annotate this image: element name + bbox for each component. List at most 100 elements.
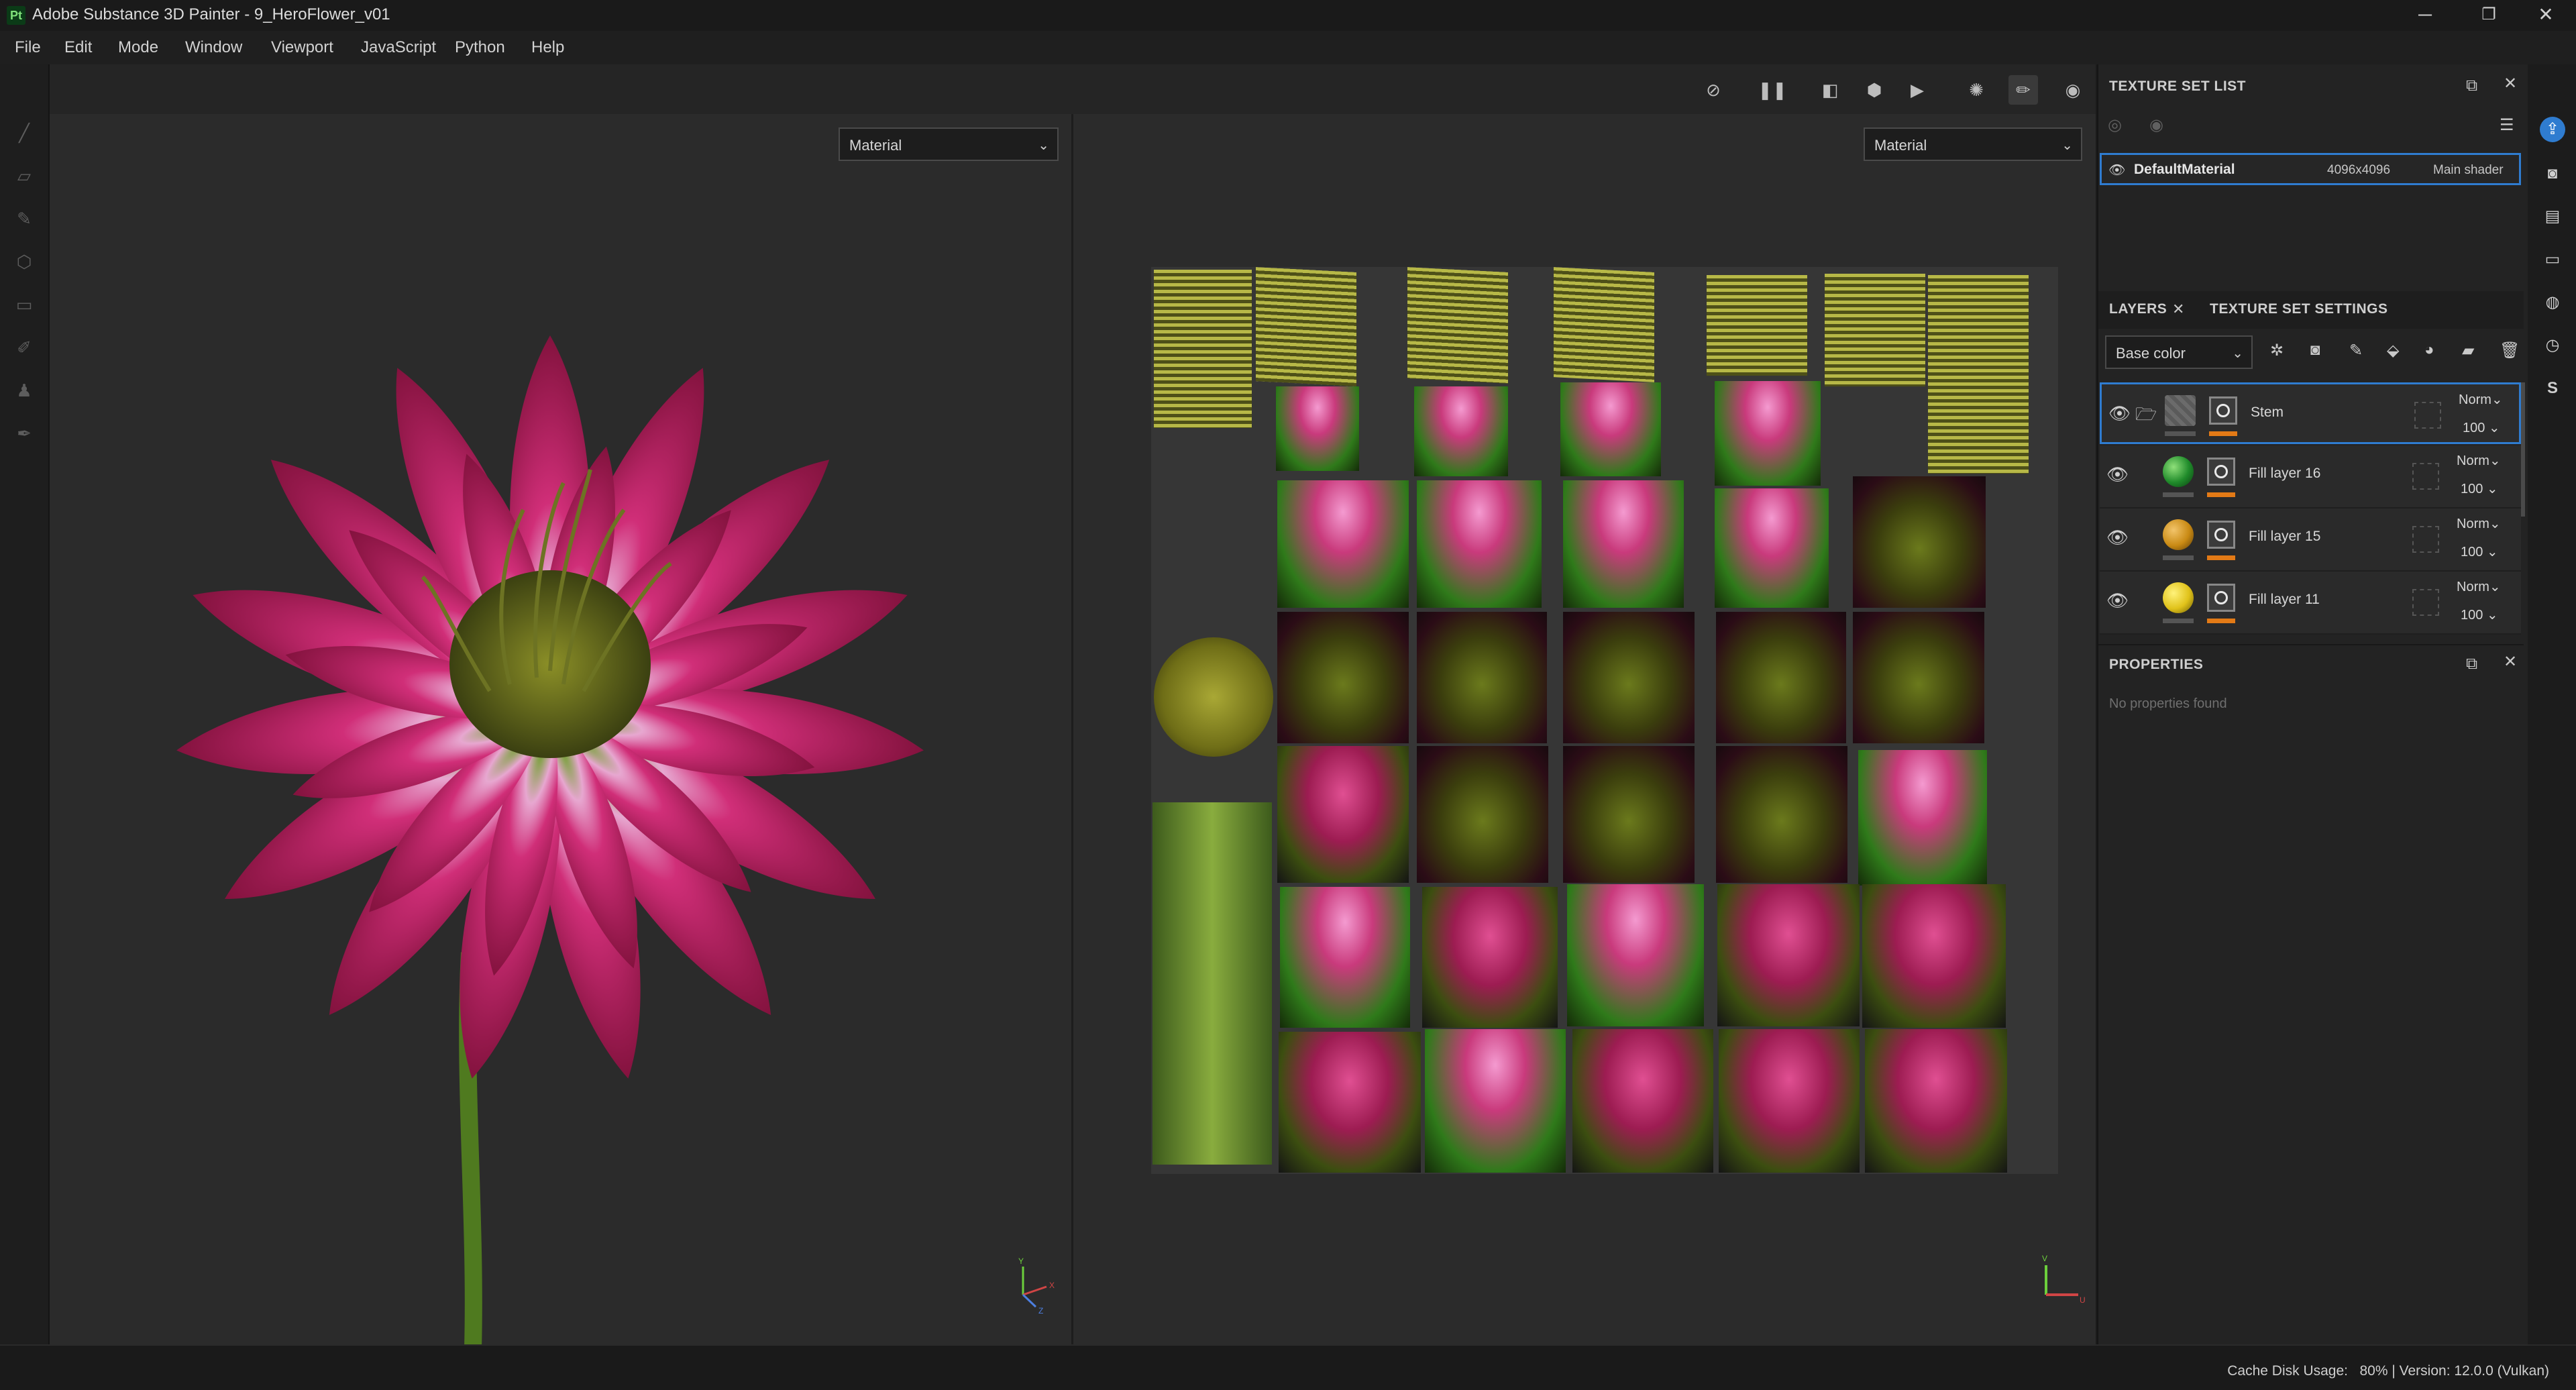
hide-icon[interactable]: ⊘ (1699, 75, 1728, 105)
layer-opacity[interactable]: 100 ⌄ (2461, 480, 2498, 497)
blend-mode[interactable]: Norm⌄ (2457, 515, 2501, 532)
pause-icon[interactable]: ❚❚ (1758, 75, 1787, 105)
camera-icon[interactable]: ▶ (1902, 75, 1932, 105)
blend-mode[interactable]: Norm⌄ (2459, 391, 2503, 408)
add-fill-layer-icon[interactable]: ⬙ (2387, 341, 2399, 360)
properties-title: PROPERTIES (2109, 657, 2204, 672)
add-paint-layer-icon[interactable]: ✎ (2349, 341, 2363, 360)
axis-z-label: Z (1038, 1306, 1043, 1315)
mask-icon[interactable] (2207, 584, 2235, 612)
menu-file[interactable]: File (15, 31, 41, 64)
eraser-icon[interactable]: ▱ (12, 164, 36, 188)
substance-icon[interactable]: S (2540, 376, 2565, 401)
projection-icon[interactable]: ✎ (12, 207, 36, 231)
menu-edit[interactable]: Edit (64, 31, 92, 64)
history-icon[interactable]: ◷ (2540, 333, 2565, 358)
texture-set-shader: Main shader (2433, 163, 2504, 177)
smudge-icon[interactable]: ▭ (12, 292, 36, 317)
eye-icon[interactable]: 👁 (2106, 590, 2129, 611)
paint-mode-icon[interactable]: ✏ (2008, 75, 2038, 105)
delete-layer-icon[interactable]: 🗑 (2500, 341, 2520, 360)
layer-row-stem[interactable]: 👁 🗁 Stem Norm⌄ 100 ⌄ (2100, 382, 2521, 444)
geometry-mask-icon[interactable] (2412, 463, 2439, 490)
geometry-mask-icon[interactable] (2412, 589, 2439, 616)
shelf-icon[interactable]: ▤ (2540, 204, 2565, 229)
close-tab-icon[interactable]: ✕ (2172, 301, 2184, 318)
tab-texture-set-settings[interactable]: TEXTURE SET SETTINGS (2210, 292, 2388, 326)
hide-icon[interactable]: ◎ (2108, 115, 2122, 135)
eye-icon[interactable]: ◉ (2149, 115, 2163, 135)
mask-channel-bar (2207, 619, 2235, 623)
layers-scrollbar[interactable] (2521, 382, 2525, 517)
viewport-3d-display-select[interactable]: Material ⌄ (839, 127, 1059, 161)
menu-javascript[interactable]: JavaScript (361, 31, 436, 64)
flower-3d-model (176, 335, 924, 1348)
add-mask-icon[interactable]: ◙ (2310, 341, 2320, 360)
close-panel-icon[interactable]: ✕ (2504, 74, 2517, 93)
paint-brush-icon[interactable]: ╱ (12, 121, 36, 145)
menu-icon[interactable]: ☰ (2500, 115, 2514, 135)
mask-channel-bar (2209, 431, 2237, 436)
layer-name: Fill layer 11 (2249, 592, 2320, 607)
add-effect-icon[interactable]: ✲ (2270, 341, 2284, 360)
mask-icon[interactable] (2207, 521, 2235, 549)
clone-icon[interactable]: ✐ (12, 335, 36, 360)
layer-row-fill-16[interactable]: 👁 Fill layer 16 Norm⌄ 100 ⌄ (2100, 445, 2521, 509)
menu-window[interactable]: Window (185, 31, 242, 64)
blend-mode[interactable]: Norm⌄ (2457, 452, 2501, 469)
minimize-button[interactable]: ─ (2395, 0, 2455, 31)
export-icon[interactable]: ⇪ (2540, 117, 2565, 142)
menu-viewport[interactable]: Viewport (271, 31, 333, 64)
eye-icon[interactable]: 👁 (2108, 162, 2125, 178)
chevron-down-icon: ⌄ (1038, 138, 1049, 153)
tools-toolbar: ╱ ▱ ✎ ⬡ ▭ ✐ ♟ ✒ (0, 64, 50, 1352)
float-panel-icon[interactable]: ⧉ (2466, 655, 2477, 674)
assets-icon[interactable]: ▭ (2540, 247, 2565, 272)
layer-opacity[interactable]: 100 ⌄ (2463, 419, 2500, 436)
menu-python[interactable]: Python (455, 31, 505, 64)
restore-button[interactable]: ❐ (2459, 0, 2519, 31)
eye-icon[interactable]: 👁 (2106, 527, 2129, 548)
texture-set-row[interactable]: 👁 DefaultMaterial 4096x4096 Main shader (2100, 153, 2521, 185)
tab-layers[interactable]: LAYERS (2109, 292, 2167, 326)
add-smart-material-icon[interactable]: ◕ (2424, 341, 2434, 360)
polygon-fill-icon[interactable]: ⬡ (12, 250, 36, 274)
geometry-mask-icon[interactable] (2412, 526, 2439, 553)
close-window-button[interactable]: ✕ (2516, 0, 2576, 31)
screenshot-icon[interactable]: ◉ (2058, 75, 2088, 105)
mask-icon[interactable] (2209, 396, 2237, 425)
bakers-icon[interactable]: ◍ (2540, 290, 2565, 315)
display-settings-icon[interactable]: ◙ (2540, 161, 2565, 186)
geometry-mask-icon[interactable] (2414, 402, 2441, 429)
uv-texture-sheet[interactable] (1151, 267, 2058, 1174)
layer-thumbnail (2163, 519, 2194, 550)
menu-mode[interactable]: Mode (118, 31, 158, 64)
menu-bar: File Edit Mode Window Viewport JavaScrip… (0, 31, 2576, 64)
menu-help[interactable]: Help (531, 31, 564, 64)
layer-opacity[interactable]: 100 ⌄ (2461, 606, 2498, 623)
layer-opacity[interactable]: 100 ⌄ (2461, 543, 2498, 560)
color-picker-icon[interactable]: ✒ (12, 421, 36, 445)
close-panel-icon[interactable]: ✕ (2504, 652, 2517, 672)
viewport-2d-display-value: Material (1874, 137, 1927, 154)
mask-icon[interactable] (2207, 458, 2235, 486)
layer-name: Stem (2251, 405, 2284, 420)
viewport-2d-display-select[interactable]: Material ⌄ (1864, 127, 2082, 161)
eye-icon[interactable]: 👁 (2108, 403, 2131, 424)
axis-u-label: U (2080, 1295, 2086, 1305)
add-folder-icon[interactable]: ▰ (2462, 341, 2474, 360)
channel-select[interactable]: Base color ⌄ (2105, 335, 2253, 369)
axis-v-label: V (2042, 1254, 2047, 1263)
layer-row-fill-11[interactable]: 👁 Fill layer 11 Norm⌄ 100 ⌄ (2100, 572, 2521, 635)
display-mode-icon[interactable]: ⬢ (1860, 75, 1889, 105)
stamp-icon[interactable]: ♟ (12, 378, 36, 403)
panel-divider (2098, 644, 2524, 645)
layer-name: Fill layer 16 (2249, 466, 2321, 481)
float-panel-icon[interactable]: ⧉ (2466, 76, 2477, 95)
layer-row-fill-15[interactable]: 👁 Fill layer 15 Norm⌄ 100 ⌄ (2100, 509, 2521, 572)
blend-mode[interactable]: Norm⌄ (2457, 578, 2501, 595)
bake-icon[interactable]: ✺ (1962, 75, 1991, 105)
eye-icon[interactable]: 👁 (2106, 464, 2129, 485)
symmetry-icon[interactable]: ◧ (1815, 75, 1845, 105)
viewport-split-divider[interactable] (1071, 114, 1073, 1344)
